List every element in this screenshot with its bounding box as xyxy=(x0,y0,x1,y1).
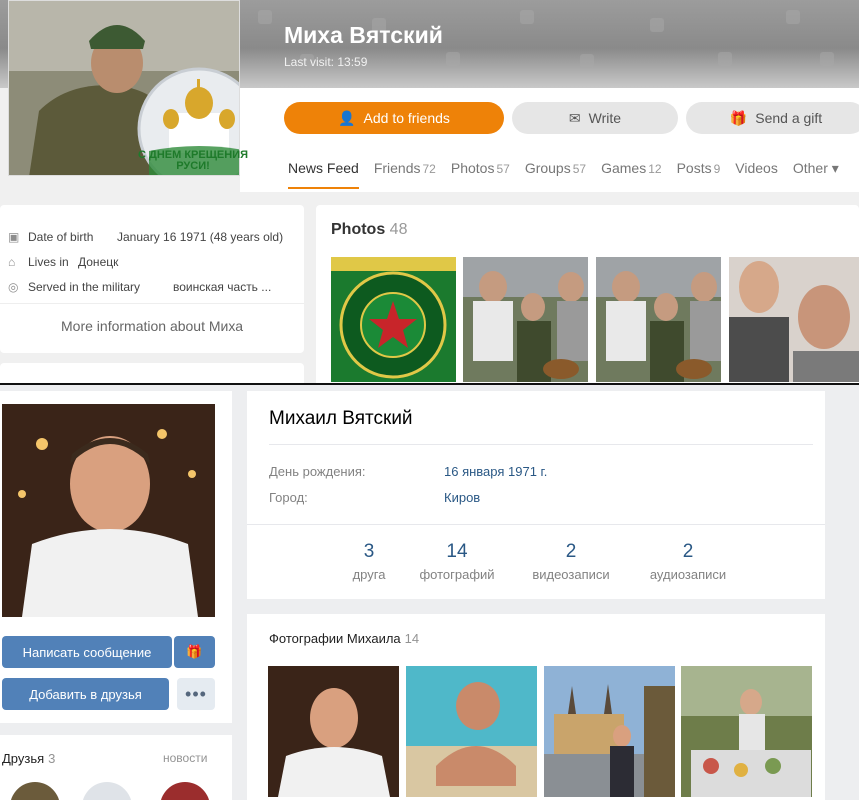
counter-videos[interactable]: 2 видеозаписи xyxy=(525,541,617,582)
more-actions-button[interactable]: ••• xyxy=(177,678,215,710)
photo-thumb[interactable] xyxy=(544,666,675,797)
military-row: ◎ Served in the military воинская часть … xyxy=(8,280,271,294)
add-friend-button[interactable]: Добавить в друзья xyxy=(2,678,169,710)
vk-friends-card: Друзья 3 новости xyxy=(0,735,232,800)
send-gift-button[interactable]: 🎁 Send a gift xyxy=(686,102,859,134)
military-icon: ◎ xyxy=(8,280,19,294)
tab-groups[interactable]: Groups 57 xyxy=(525,160,586,177)
vk-profile-card: Михаил Вятский День рождения: 16 января … xyxy=(247,391,825,599)
tab-posts[interactable]: Posts 9 xyxy=(677,160,721,177)
photo-thumb[interactable] xyxy=(406,666,537,797)
tab-other[interactable]: Other ▾ xyxy=(793,160,839,177)
dob-row: ▣ Date of birth January 16 1971 (48 year… xyxy=(8,230,283,244)
tab-friends[interactable]: Friends 72 xyxy=(374,160,436,177)
friends-news-link[interactable]: новости xyxy=(163,751,207,765)
military-label: Served in the military xyxy=(28,280,141,294)
write-label: Write xyxy=(588,110,622,126)
photo-thumb[interactable] xyxy=(268,666,399,797)
add-friend-icon: 👤 xyxy=(338,109,356,126)
friend-avatar[interactable] xyxy=(10,782,60,800)
dob-value[interactable]: 16 января 1971 г. xyxy=(444,464,547,479)
send-gift-label: Send a gift xyxy=(755,110,823,126)
friend-avatar[interactable] xyxy=(160,782,210,800)
envelope-icon: ✉ xyxy=(568,109,581,126)
friend-avatar[interactable] xyxy=(82,782,132,800)
photo-thumb[interactable] xyxy=(596,257,721,382)
tab-games[interactable]: Games 12 xyxy=(601,160,661,177)
add-to-friends-button[interactable]: 👤 Add to friends xyxy=(284,102,504,134)
profile-name: Миха Вятский xyxy=(284,22,443,48)
photos-title[interactable]: Photos 48 xyxy=(331,221,407,239)
profile-tabs: News Feed Friends 72 Photos 57 Groups 57 Ga… xyxy=(288,160,839,189)
gift-icon: 🎁 xyxy=(186,644,203,659)
calendar-icon: ▣ xyxy=(8,230,20,244)
photo-thumb[interactable] xyxy=(729,257,859,382)
vk-profile-screenshot: Написать сообщение 🎁 Добавить в друзья •… xyxy=(0,385,859,800)
tab-news-feed[interactable]: News Feed xyxy=(288,160,359,189)
friends-title[interactable]: Друзья 3 xyxy=(2,751,55,766)
home-icon: ⌂ xyxy=(8,255,16,269)
city-label: Город: xyxy=(269,490,308,505)
city-value[interactable]: Киров xyxy=(444,490,480,505)
photo-thumb[interactable] xyxy=(463,257,588,382)
photos-card: Photos 48 xyxy=(316,205,859,383)
lower-card xyxy=(0,363,304,383)
gift-icon: 🎁 xyxy=(729,109,748,126)
dob-value: January 16 1971 (48 years old) xyxy=(117,230,284,244)
vk-photos-title[interactable]: Фотографии Михаила 14 xyxy=(269,631,419,646)
ok-profile-screenshot: С ДНЕМ КРЕЩЕНИЯ РУСИ! Миха Вятский Last … xyxy=(0,0,859,383)
write-button[interactable]: ✉ Write xyxy=(512,102,678,134)
last-visit: Last visit: 13:59 xyxy=(284,55,368,69)
lives-label: Lives in xyxy=(28,255,69,269)
vk-photos-card: Фотографии Михаила 14 xyxy=(247,614,825,800)
vk-avatar-photo xyxy=(2,404,215,617)
divider xyxy=(247,524,825,525)
send-message-button[interactable]: Написать сообщение xyxy=(2,636,172,668)
vk-profile-name: Михаил Вятский xyxy=(269,408,413,429)
divider xyxy=(269,444,813,445)
dob-label: Date of birth xyxy=(28,230,94,244)
avatar-caption: С ДНЕМ КРЕЩЕНИЯ РУСИ! xyxy=(137,149,249,172)
lives-value[interactable]: Донецк xyxy=(78,255,118,269)
vk-left-card: Написать сообщение 🎁 Добавить в друзья •… xyxy=(0,391,232,723)
more-info-link[interactable]: More information about Миха xyxy=(0,303,304,334)
counter-audio[interactable]: 2 аудиозаписи xyxy=(643,541,733,582)
lives-row: ⌂ Lives in Донецк xyxy=(8,255,118,269)
military-value[interactable]: воинская часть ... xyxy=(173,280,271,294)
counter-friends[interactable]: 3 друга xyxy=(339,541,399,582)
dob-label: День рождения: xyxy=(269,464,366,479)
photo-thumb[interactable] xyxy=(331,257,456,382)
add-to-friends-label: Add to friends xyxy=(363,110,450,126)
vk-avatar[interactable] xyxy=(2,404,215,617)
gift-button[interactable]: 🎁 xyxy=(174,636,215,668)
tab-photos[interactable]: Photos 57 xyxy=(451,160,510,177)
photo-thumb[interactable] xyxy=(681,666,812,797)
counter-photos[interactable]: 14 фотографий xyxy=(417,541,497,582)
profile-info-card: ▣ Date of birth January 16 1971 (48 year… xyxy=(0,205,304,353)
tab-videos[interactable]: Videos xyxy=(735,160,778,177)
